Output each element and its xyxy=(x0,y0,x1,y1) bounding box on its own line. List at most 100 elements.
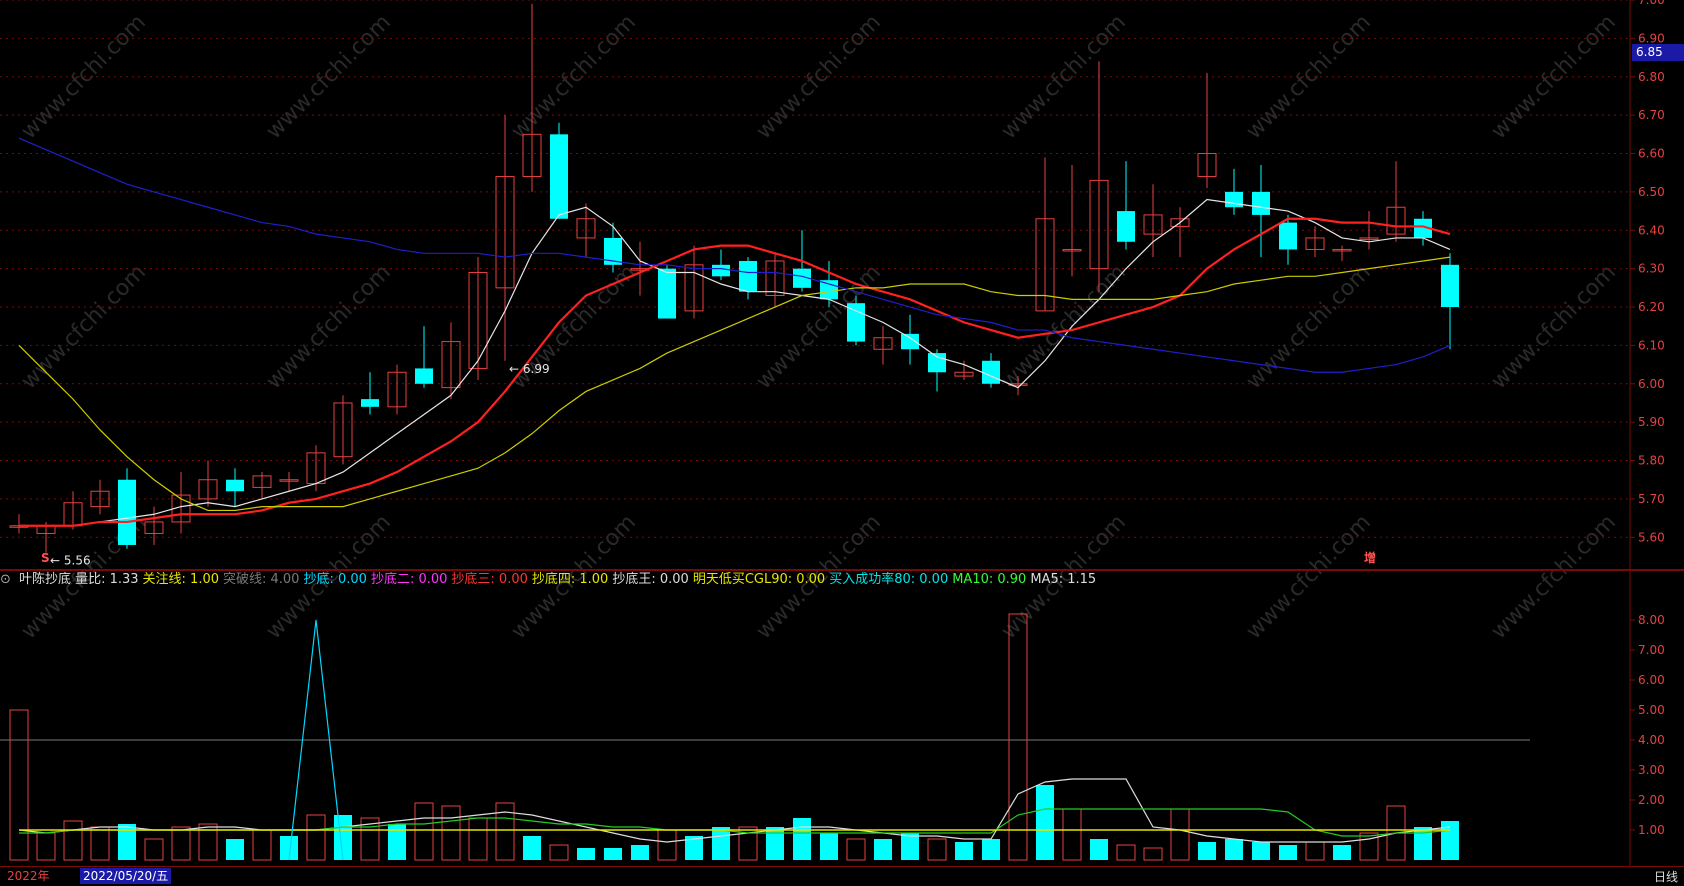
legend-item: MA5: 1.15 xyxy=(1030,572,1097,587)
price-tick-label: 6.60 xyxy=(1638,147,1665,161)
watermark-text: www.cfchi.com xyxy=(1242,510,1376,644)
candle-body xyxy=(1225,191,1243,208)
legend-item: MA10: 0.90 xyxy=(952,572,1027,587)
legend-item: 抄底二: 0.00 xyxy=(370,572,448,587)
volume-bar xyxy=(1198,842,1216,860)
candle-body xyxy=(1252,191,1270,215)
volume-bar xyxy=(577,848,595,860)
candle-body xyxy=(415,368,433,384)
volume-tick-label: 8.00 xyxy=(1638,613,1665,627)
volume-bar xyxy=(1305,841,1325,861)
watermark-text: www.cfchi.com xyxy=(507,10,641,144)
candle-body xyxy=(658,268,676,319)
volume-bar xyxy=(631,845,649,860)
volume-bar xyxy=(549,844,569,861)
watermark-text: www.cfchi.com xyxy=(997,260,1131,394)
current-price-tag: 6.85 xyxy=(1632,44,1684,61)
volume-bar xyxy=(334,815,352,860)
volume-bar xyxy=(90,826,110,861)
price-ma-line-ma_yellow xyxy=(18,256,1451,512)
volume-bar xyxy=(793,818,811,860)
watermark-text: www.cfchi.com xyxy=(752,260,886,394)
volume-bar xyxy=(1036,785,1054,860)
volume-bar xyxy=(1252,842,1270,860)
volume-bar xyxy=(927,838,947,861)
period-selector[interactable]: 日线 xyxy=(1654,868,1678,885)
volume-bar xyxy=(441,805,461,861)
volume-bar xyxy=(1062,808,1082,861)
volume-bar xyxy=(982,839,1000,860)
volume-tick-label: 6.00 xyxy=(1638,673,1665,687)
candle-body xyxy=(1279,222,1297,250)
legend-item: 抄底四: 1.00 xyxy=(531,572,609,587)
price-tick-label: 6.20 xyxy=(1638,300,1665,314)
volume-tick-label: 3.00 xyxy=(1638,763,1665,777)
volume-bar xyxy=(144,838,164,861)
volume-tick-label: 2.00 xyxy=(1638,793,1665,807)
volume-bar xyxy=(604,848,622,860)
price-tick-label: 6.80 xyxy=(1638,70,1665,84)
legend-collapse-icon[interactable]: ⊙ xyxy=(0,572,11,587)
legend-item: 量比: 1.33 xyxy=(75,572,139,587)
volume-bar xyxy=(1008,613,1028,861)
volume-bar xyxy=(846,838,866,861)
legend-item: 叶陈抄底 xyxy=(19,572,72,587)
watermark-text: www.cfchi.com xyxy=(262,260,396,394)
indicator-legend: ⊙ 叶陈抄底 量比: 1.33 关注线: 1.00 突破线: 4.00 抄底: 0.00… xyxy=(0,571,1100,589)
volume-bar xyxy=(712,827,730,860)
volume-bar xyxy=(1090,839,1108,860)
volume-bar xyxy=(820,833,838,860)
volume-bar xyxy=(1279,845,1297,860)
volume-tick-label: 5.00 xyxy=(1638,703,1665,717)
price-tick-label: 5.70 xyxy=(1638,492,1665,506)
signal-label: 增 xyxy=(1364,550,1376,565)
legend-item: 突破线: 4.00 xyxy=(223,572,300,587)
candle-body xyxy=(361,399,379,407)
price-tick-label: 5.80 xyxy=(1638,454,1665,468)
price-tick-label: 6.30 xyxy=(1638,262,1665,276)
price-tick-label: 7.00 xyxy=(1638,0,1665,7)
extreme-price-label: ← 5.56 xyxy=(50,554,91,568)
candle-body xyxy=(982,360,1000,384)
volume-bar xyxy=(468,817,488,861)
volume-bar xyxy=(955,842,973,860)
legend-item: 抄底王: 0.00 xyxy=(612,572,689,587)
volume-tick-label: 7.00 xyxy=(1638,643,1665,657)
legend-item: 抄底: 0.00 xyxy=(303,572,367,587)
price-tick-label: 5.60 xyxy=(1638,530,1665,544)
time-axis-bar: 2022年 2022/05/20/五 日线 xyxy=(0,866,1684,886)
volume-bar xyxy=(901,833,919,860)
candle-body xyxy=(739,260,757,292)
watermark-text: www.cfchi.com xyxy=(1487,510,1621,644)
candle-body xyxy=(1441,264,1459,308)
volume-bar xyxy=(874,839,892,860)
volume-bar xyxy=(657,829,677,861)
volume-bar xyxy=(252,829,272,861)
volume-bar xyxy=(171,826,191,861)
volume-bar xyxy=(36,832,56,861)
watermark-text: www.cfchi.com xyxy=(1487,260,1621,394)
volume-line-ma_white xyxy=(18,778,1451,843)
price-tick-label: 5.90 xyxy=(1638,415,1665,429)
volume-bar xyxy=(63,820,83,861)
volume-tick-label: 1.00 xyxy=(1638,823,1665,837)
volume-bar xyxy=(9,709,29,861)
selected-date-label: 2022/05/20/五 xyxy=(80,868,172,884)
candle-body xyxy=(928,353,946,373)
candle-body xyxy=(820,280,838,300)
volume-bar xyxy=(1333,845,1351,860)
volume-bar xyxy=(226,839,244,860)
signal-label: S xyxy=(41,551,50,565)
volume-bar xyxy=(766,827,784,860)
candle-body xyxy=(1117,211,1135,242)
stock-chart-canvas[interactable]: www.cfchi.com www.cfchi.com www.cfchi.com w… xyxy=(0,0,1684,885)
legend-item: 买入成功率80: 0.00 xyxy=(829,572,949,587)
price-ma-line-ma_blue xyxy=(18,137,1451,373)
price-tick-label: 6.10 xyxy=(1638,338,1665,352)
candle-body xyxy=(712,264,730,277)
watermark-text: www.cfchi.com xyxy=(17,260,151,394)
legend-item: 抄底三: 0.00 xyxy=(451,572,528,587)
candle-body xyxy=(847,303,865,342)
volume-bar xyxy=(414,802,434,861)
volume-bar xyxy=(523,836,541,860)
